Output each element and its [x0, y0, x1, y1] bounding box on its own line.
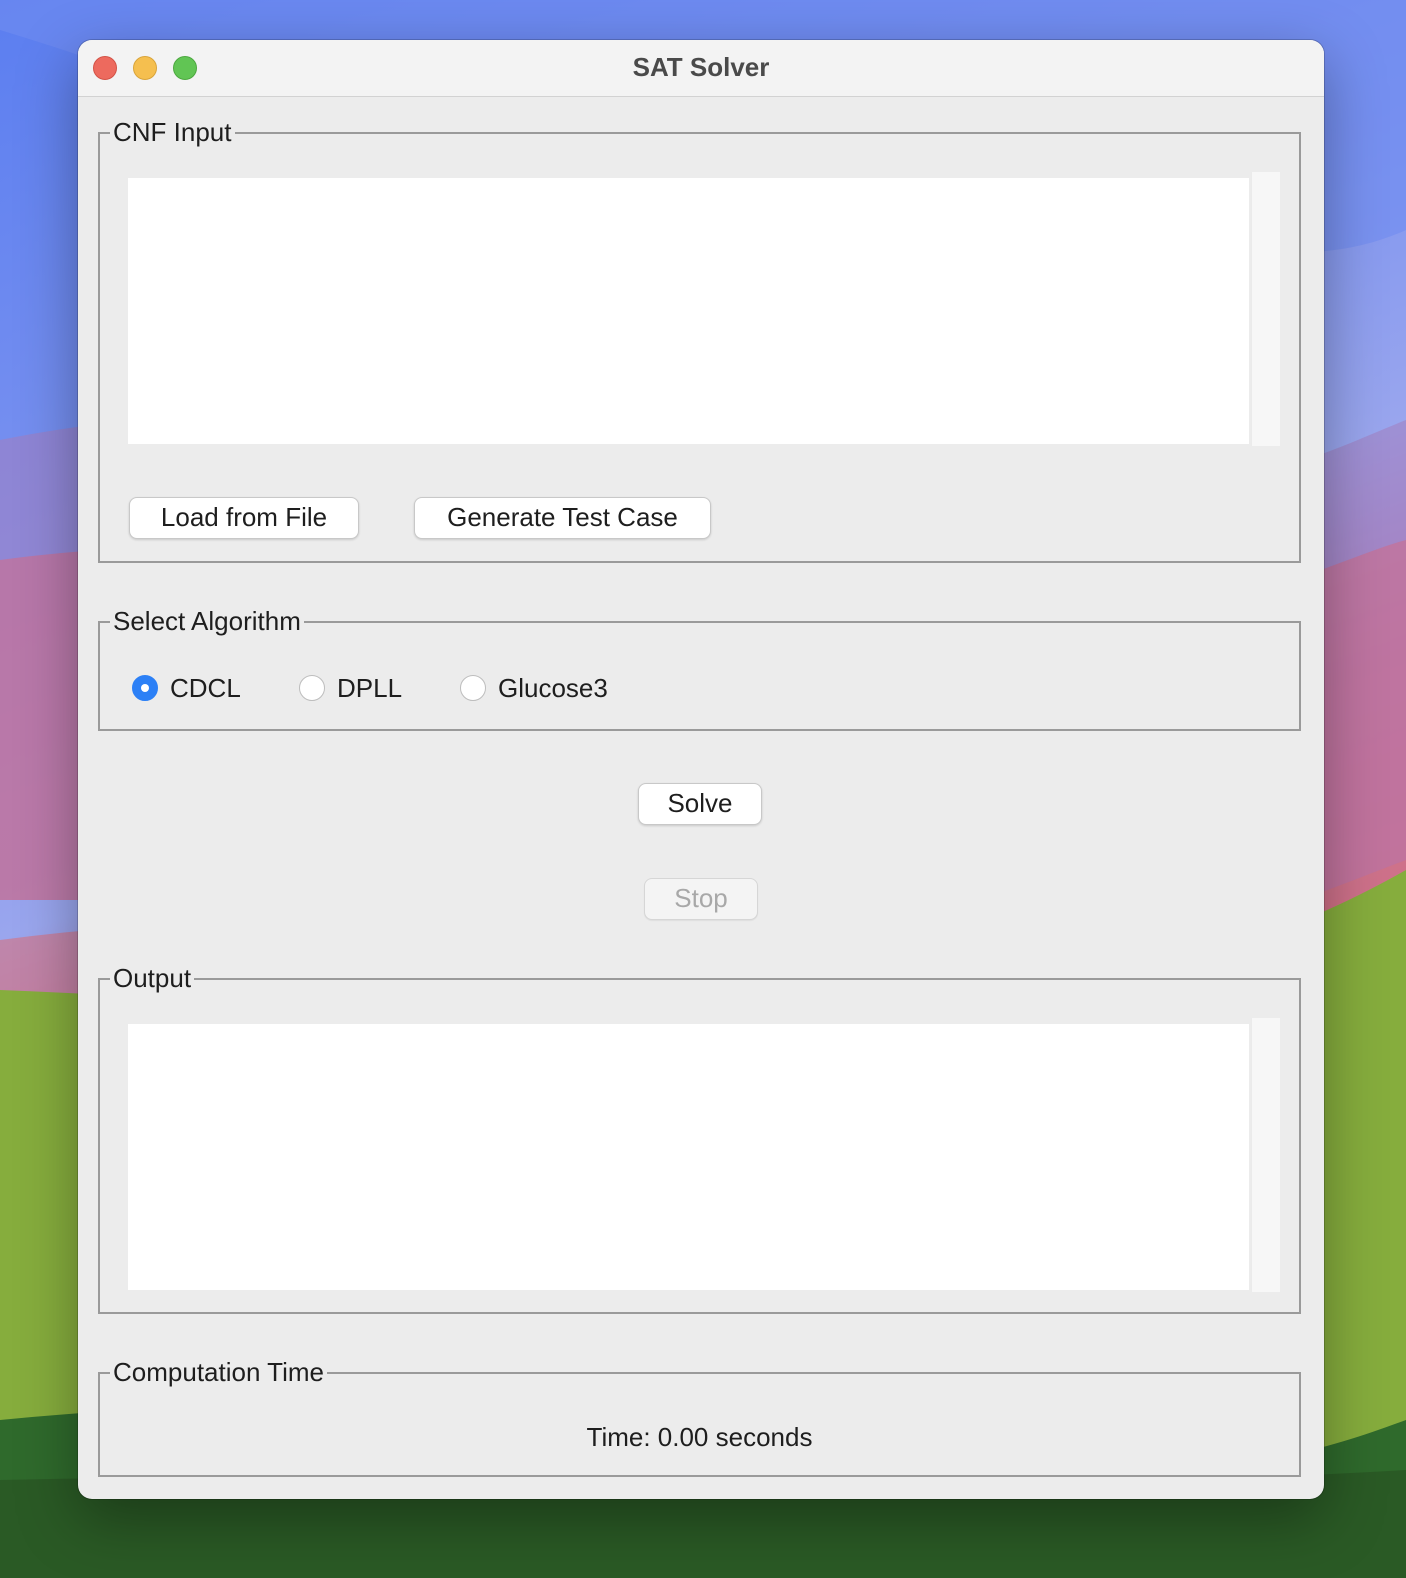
load-from-file-button[interactable]: Load from File: [129, 497, 359, 539]
radio-glucose3[interactable]: Glucose3: [460, 673, 608, 703]
radio-cdcl[interactable]: CDCL: [132, 673, 241, 703]
output-group: Output: [98, 963, 1301, 1314]
select-algorithm-label: Select Algorithm: [110, 606, 304, 636]
radio-glucose3-label: Glucose3: [498, 672, 608, 703]
computation-time-label: Computation Time: [110, 1357, 327, 1387]
solve-button[interactable]: Solve: [638, 783, 762, 825]
output-scrollbar[interactable]: [1251, 1018, 1280, 1292]
cnf-input-label: CNF Input: [110, 117, 235, 147]
cnf-input-textarea[interactable]: [128, 178, 1249, 444]
radio-glucose3-indicator[interactable]: [460, 675, 486, 701]
computation-time-group: Computation Time Time: 0.00 seconds: [98, 1357, 1301, 1477]
app-window: SAT Solver CNF Input Load from File Gene…: [78, 40, 1324, 1499]
radio-dpll-label: DPLL: [337, 672, 403, 703]
computation-time-value: Time: 0.00 seconds: [586, 1422, 813, 1452]
select-algorithm-group: Select Algorithm CDCL DPLL Glucose3: [98, 606, 1301, 731]
radio-cdcl-indicator[interactable]: [132, 675, 158, 701]
title-bar[interactable]: SAT Solver: [78, 40, 1324, 97]
cnf-input-group: CNF Input Load from File Generate Test C…: [98, 117, 1301, 563]
cnf-input-scrollbar[interactable]: [1251, 172, 1280, 446]
radio-dpll[interactable]: DPLL: [299, 673, 402, 703]
output-textarea[interactable]: [128, 1024, 1249, 1290]
stop-button[interactable]: Stop: [644, 878, 758, 920]
radio-dpll-indicator[interactable]: [299, 675, 325, 701]
window-title: SAT Solver: [632, 52, 770, 82]
generate-test-case-button[interactable]: Generate Test Case: [414, 497, 711, 539]
output-label: Output: [110, 963, 195, 993]
radio-cdcl-label: CDCL: [170, 672, 241, 703]
